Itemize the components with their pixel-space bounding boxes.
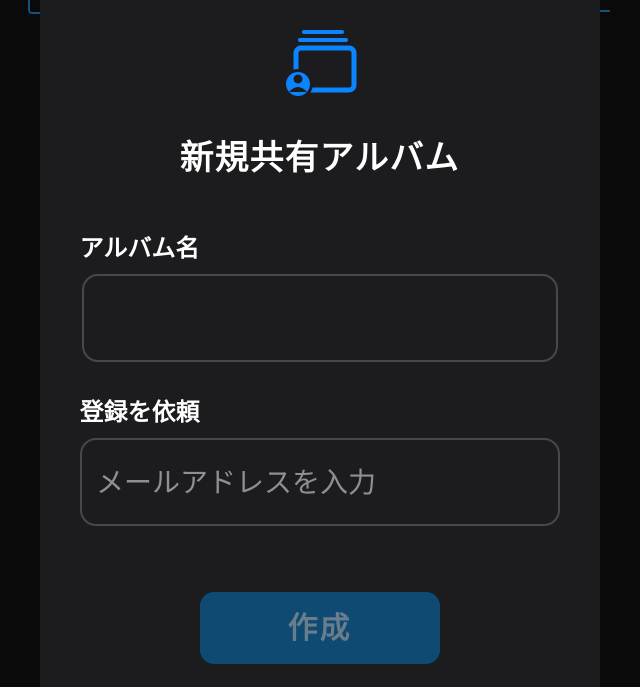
dialog-title: 新規共有アルバム [180, 138, 460, 178]
album-name-input[interactable] [82, 274, 558, 362]
invite-label: 登録を依頼 [80, 398, 200, 426]
album-name-label: アルバム名 [80, 234, 200, 262]
shared-album-icon [283, 30, 357, 99]
background-back-icon [28, 0, 40, 14]
invite-email-input[interactable] [80, 438, 560, 526]
create-button[interactable]: 作成 [200, 592, 440, 664]
